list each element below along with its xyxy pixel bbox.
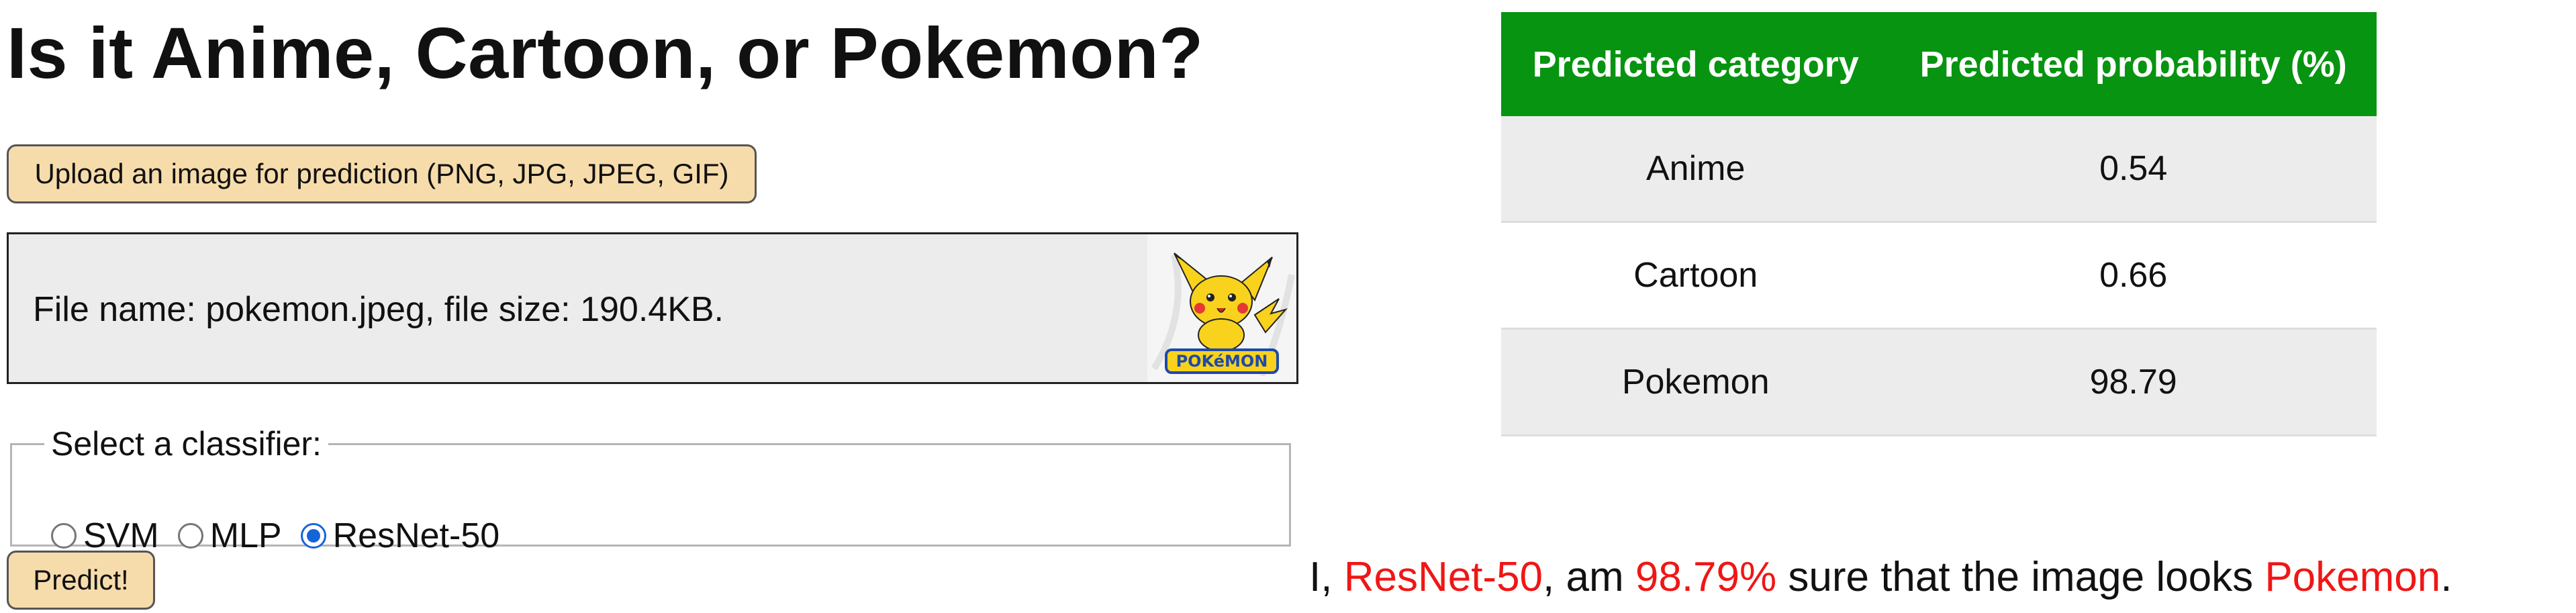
radio-option-mlp[interactable]: MLP — [177, 516, 282, 556]
radio-option-svm[interactable]: SVM — [51, 516, 159, 556]
probability-cell: 0.66 — [1890, 222, 2377, 330]
probability-cell: 0.54 — [1890, 116, 2377, 223]
table-row: Pokemon 98.79 — [1501, 328, 2377, 436]
radio-button-svm[interactable] — [51, 523, 77, 549]
radio-option-resnet50[interactable]: ResNet-50 — [300, 516, 500, 556]
predict-button[interactable]: Predict! — [7, 551, 155, 610]
header-predicted-probability: Predicted probability (%) — [1890, 12, 2377, 116]
probability-cell: 98.79 — [1890, 328, 2377, 436]
page: Is it Anime, Cartoon, or Pokemon? Upload… — [0, 0, 2576, 613]
results-table: Predicted category Predicted probability… — [1501, 12, 2377, 436]
verdict-model: ResNet-50 — [1343, 554, 1543, 600]
page-title: Is it Anime, Cartoon, or Pokemon? — [7, 12, 1204, 93]
radio-label-svm: SVM — [83, 516, 159, 555]
verdict-middle: , am — [1543, 554, 1635, 600]
prediction-verdict: I, ResNet-50, am 98.79% sure that the im… — [1309, 551, 2452, 604]
file-info-text: File name: pokemon.jpeg, file size: 190.… — [33, 290, 724, 329]
verdict-middle2: sure that the image looks — [1776, 554, 2265, 600]
classifier-fieldset: Select a classifier: SVM MLP ResNet-50 — [10, 424, 1291, 555]
radio-label-mlp: MLP — [209, 516, 282, 555]
verdict-confidence: 98.79% — [1635, 554, 1777, 600]
table-row: Cartoon 0.66 — [1501, 222, 2377, 330]
header-predicted-category: Predicted category — [1501, 12, 1891, 116]
category-cell: Cartoon — [1501, 222, 1891, 330]
upload-image-button[interactable]: Upload an image for prediction (PNG, JPG… — [7, 144, 757, 203]
verdict-suffix: . — [2440, 554, 2452, 600]
svg-text:POKéMON: POKéMON — [1176, 352, 1268, 371]
pikachu-thumbnail-icon: POKéMON — [1147, 234, 1296, 382]
table-row: Anime 0.54 — [1501, 116, 2377, 223]
verdict-category: Pokemon — [2264, 554, 2441, 600]
category-cell: Anime — [1501, 116, 1891, 223]
category-cell: Pokemon — [1501, 328, 1891, 436]
radio-button-resnet50[interactable] — [300, 523, 326, 549]
radio-label-resnet50: ResNet-50 — [332, 516, 500, 555]
classifier-radio-group: SVM MLP ResNet-50 — [51, 516, 518, 556]
file-preview-box: File name: pokemon.jpeg, file size: 190.… — [7, 232, 1298, 384]
classifier-legend: Select a classifier: — [51, 425, 322, 463]
verdict-prefix: I, — [1309, 554, 1344, 600]
radio-button-mlp[interactable] — [177, 523, 203, 549]
results-header-row: Predicted category Predicted probability… — [1501, 12, 2377, 116]
